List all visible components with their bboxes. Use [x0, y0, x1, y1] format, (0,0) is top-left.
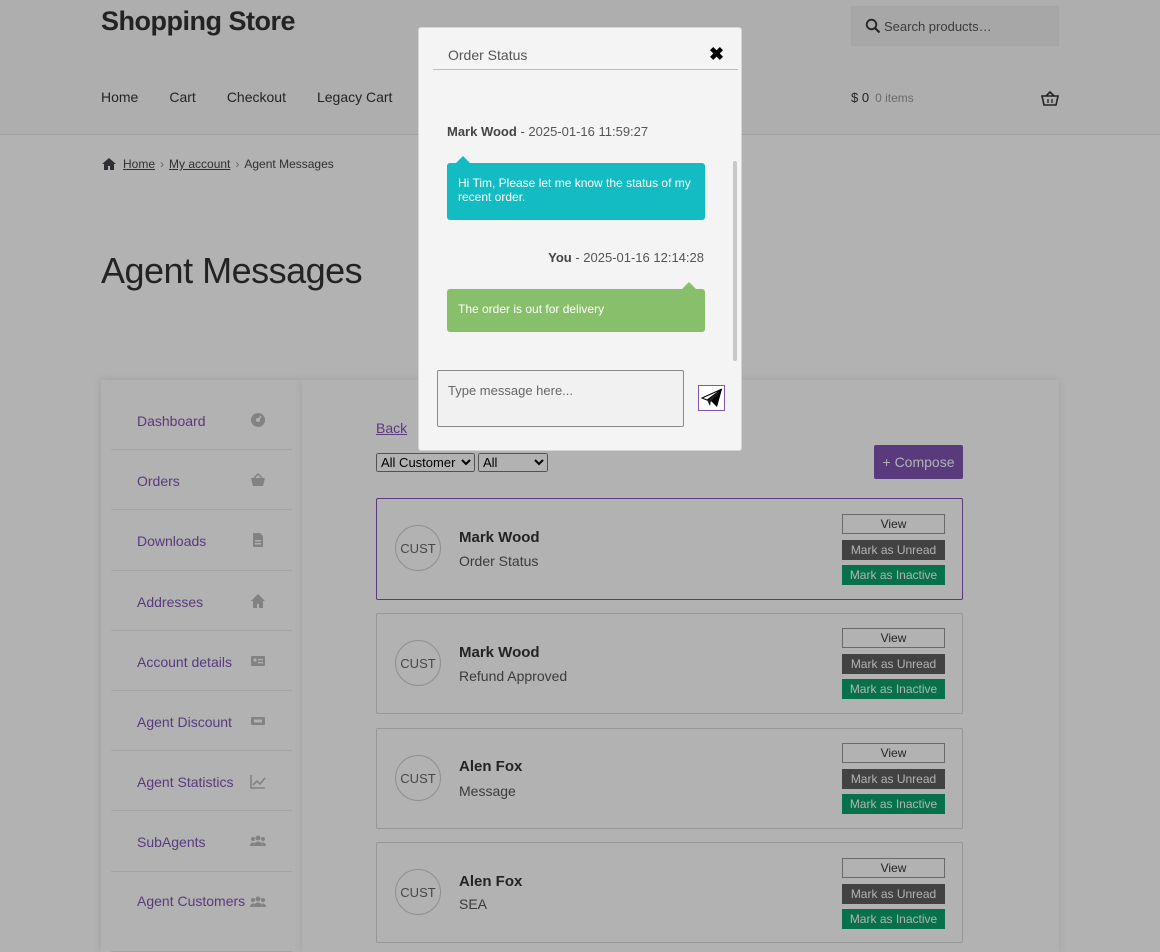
- chat-author: Mark Wood: [447, 124, 517, 139]
- chat-bubble-incoming: Hi Tim, Please let me know the status of…: [447, 156, 705, 220]
- chat-message-meta: You - 2025-01-16 12:14:28: [548, 250, 704, 265]
- chat-author: You: [548, 250, 572, 265]
- chat-modal: Order Status ✖ Mark Wood - 2025-01-16 11…: [418, 27, 742, 451]
- send-icon: [700, 388, 722, 407]
- send-button[interactable]: [698, 385, 725, 411]
- chat-message-meta: Mark Wood - 2025-01-16 11:59:27: [447, 124, 648, 139]
- modal-divider: [433, 69, 738, 70]
- close-icon[interactable]: ✖: [709, 44, 724, 65]
- chat-scrollbar[interactable]: [733, 161, 737, 361]
- chat-timestamp: - 2025-01-16 11:59:27: [516, 124, 649, 139]
- modal-title: Order Status: [448, 47, 528, 63]
- chat-timestamp: - 2025-01-16 12:14:28: [571, 250, 704, 265]
- message-input[interactable]: [437, 370, 684, 427]
- chat-bubble-outgoing: The order is out for delivery: [447, 282, 705, 332]
